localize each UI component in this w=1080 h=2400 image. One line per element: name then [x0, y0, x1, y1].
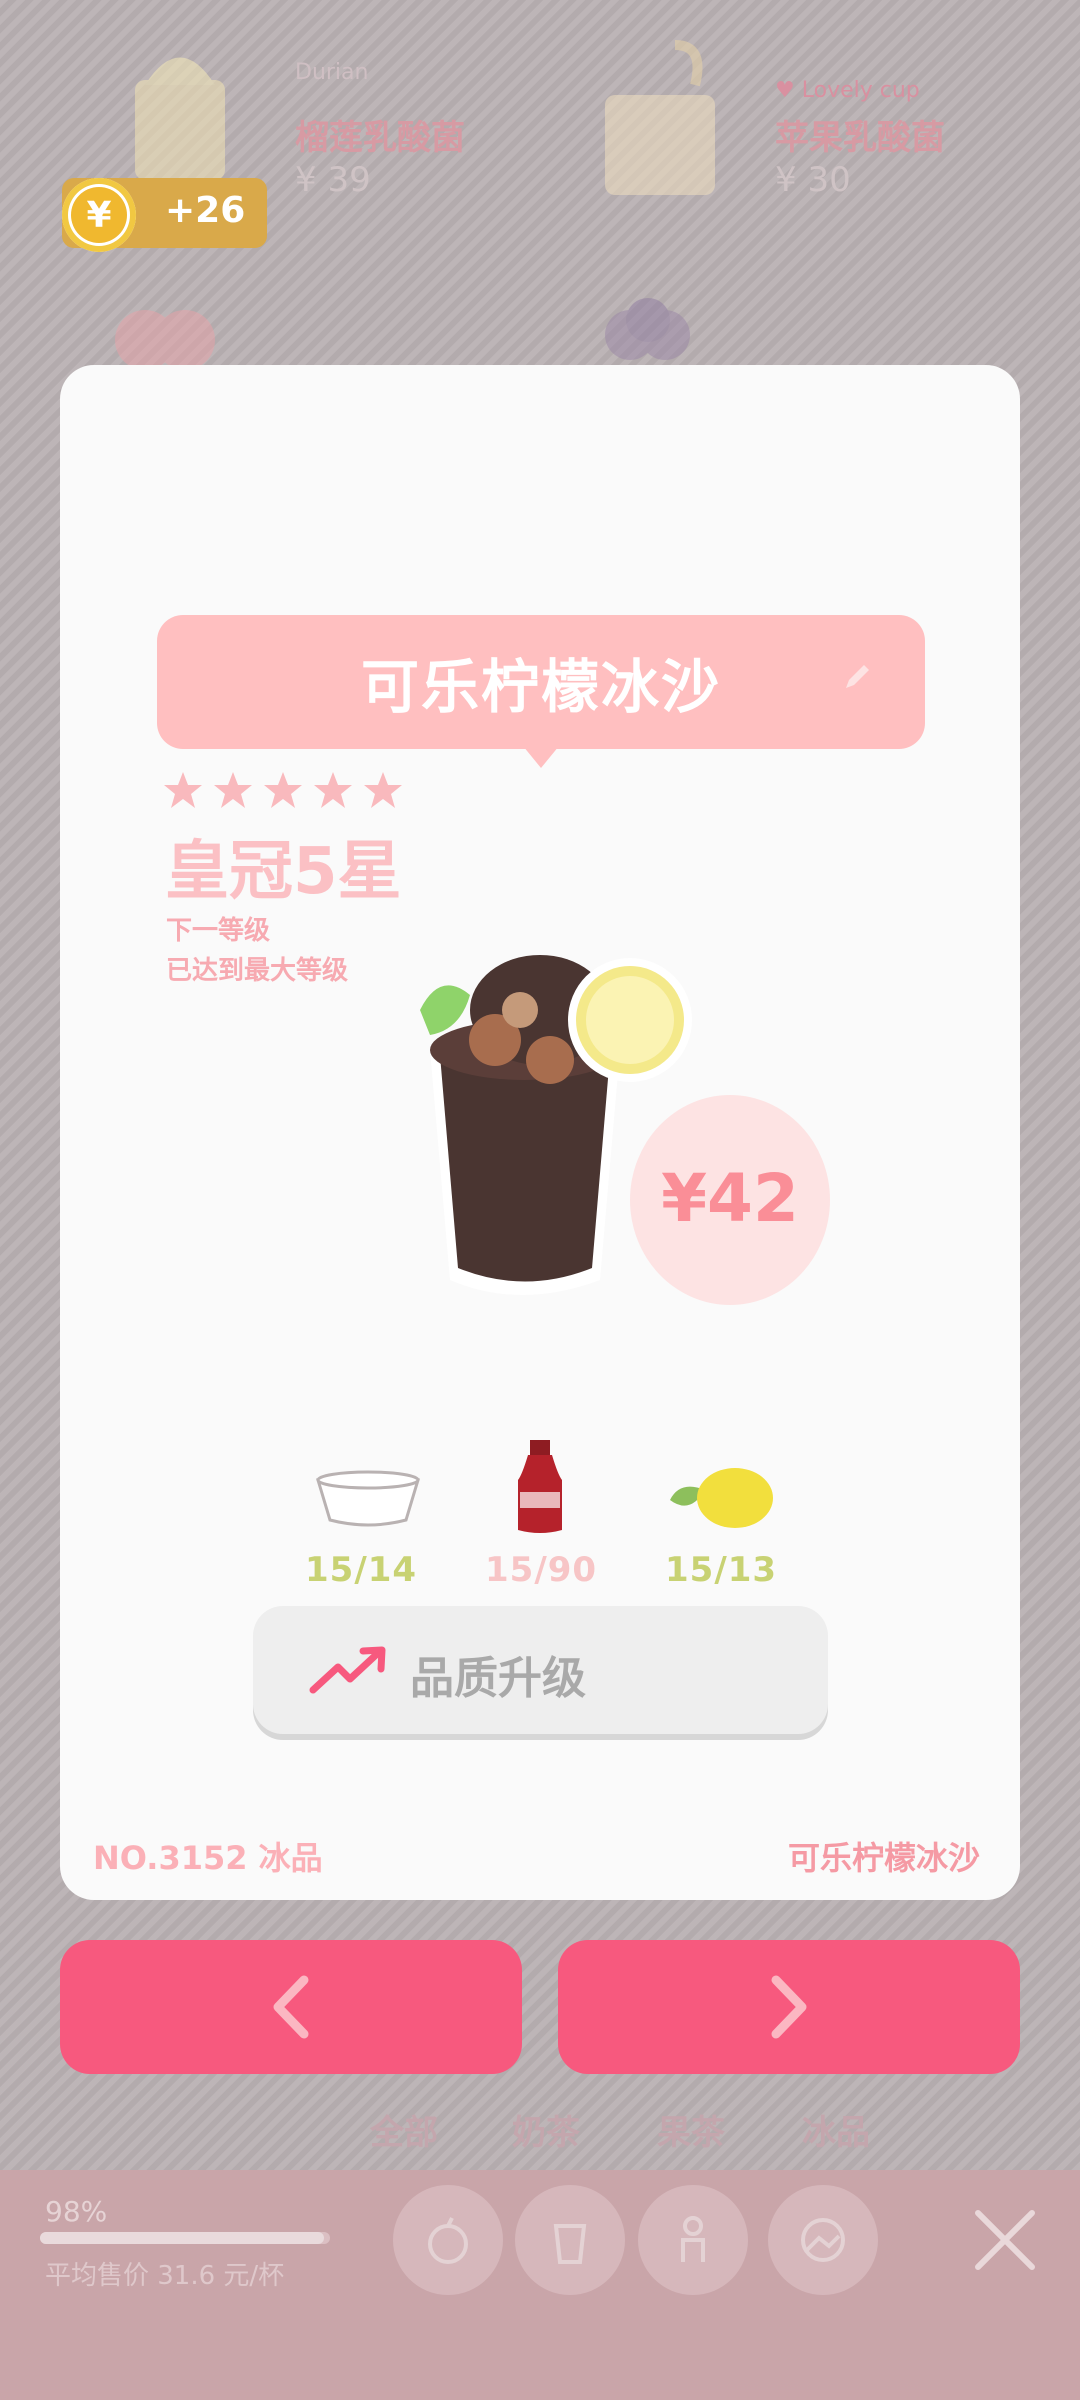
chevron-right-icon	[771, 1975, 807, 2039]
bubble-tail	[523, 746, 559, 768]
trend-up-icon	[309, 1646, 386, 1694]
previous-button[interactable]	[60, 1940, 522, 2074]
tab-milk-tea[interactable]: 奶茶	[512, 2105, 580, 2154]
background-item-tag: ♥ Lovely cup	[775, 78, 920, 103]
ingredient-count: 15/13	[665, 1550, 778, 1590]
progress-bar	[40, 2232, 330, 2244]
coin-symbol: ¥	[71, 187, 127, 243]
ingredient-count: 15/14	[305, 1550, 418, 1590]
background-item-name: 苹果乳酸菌	[775, 118, 945, 158]
cola-lemon-slush-image	[420, 955, 692, 1295]
tab-ice[interactable]: 冰品	[802, 2105, 870, 2154]
ingredient-count: 15/90	[485, 1550, 598, 1590]
lemon-icon	[670, 1468, 773, 1528]
star-icon	[314, 772, 352, 808]
yen-coin-icon: ¥	[62, 178, 136, 252]
background-item-price: ¥ 39	[295, 160, 371, 200]
fruit-tool-button[interactable]	[393, 2185, 503, 2295]
progress-percent: 98%	[45, 2195, 108, 2228]
tab-all[interactable]: 全部	[370, 2105, 438, 2154]
average-price: 平均售价 31.6 元/杯	[45, 2261, 285, 2291]
drink-name: 可乐柠檬冰沙	[360, 653, 721, 721]
person-icon	[681, 2216, 705, 2262]
background-item-price: ¥ 30	[775, 160, 851, 200]
landscape-icon	[801, 2218, 845, 2262]
staff-tool-button[interactable]	[638, 2185, 748, 2295]
star-icon	[164, 772, 202, 808]
grape-icon	[605, 298, 690, 360]
footer-drink-name: 可乐柠檬冰沙	[787, 1839, 980, 1877]
background-item-name: 榴莲乳酸菌	[295, 118, 465, 158]
rank-title: 皇冠5星	[165, 835, 402, 909]
star-rating	[163, 770, 403, 810]
apple-drink-icon	[605, 40, 715, 195]
chevron-left-icon	[273, 1975, 309, 2039]
progress-fill	[40, 2232, 325, 2244]
upgrade-button-label: 品质升级	[410, 1653, 586, 1704]
cup-icon	[553, 2224, 587, 2264]
background-item-tag: Durian	[295, 60, 369, 85]
gallery-tool-button[interactable]	[768, 2185, 878, 2295]
heart-icon: ♥	[775, 78, 795, 103]
tab-fruit-tea[interactable]: 果茶	[657, 2105, 725, 2154]
close-icon[interactable]	[970, 2205, 1040, 2275]
apple-icon	[428, 2217, 468, 2264]
next-level-label: 下一等级	[166, 916, 271, 946]
cola-bottle-icon	[518, 1440, 562, 1533]
coin-delta: +26	[165, 190, 246, 231]
star-icon	[264, 772, 302, 808]
strawberry-icon	[115, 310, 215, 370]
durian-drink-icon	[135, 57, 225, 180]
cup-tool-button[interactable]	[515, 2185, 625, 2295]
star-icon	[214, 772, 252, 808]
ice-bowl-icon	[315, 1470, 421, 1527]
star-icon	[364, 772, 402, 808]
next-button[interactable]	[558, 1940, 1020, 2074]
drink-number: NO.3152 冰品	[93, 1839, 323, 1877]
next-level-value: 已达到最大等级	[166, 956, 349, 986]
edit-pencil-icon[interactable]	[840, 660, 874, 694]
